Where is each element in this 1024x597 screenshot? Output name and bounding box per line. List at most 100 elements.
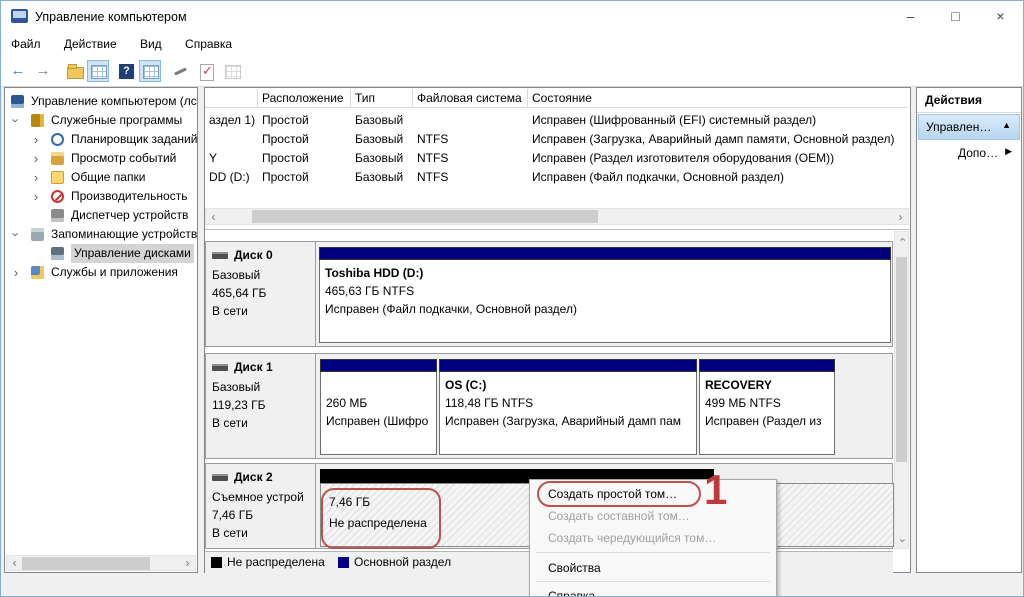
disk-1-label[interactable]: Диск 1 Базовый 119,23 ГБ В сети [206,354,316,458]
chevron-right-icon[interactable]: › [31,130,41,149]
close-button[interactable]: × [978,1,1023,33]
tree-item-computer-management[interactable]: Управление компьютером (лс [5,92,197,111]
tree-item-system-tools[interactable]: › Служебные программы [5,111,197,130]
back-button[interactable]: ← [7,60,29,82]
tree-item-storage[interactable]: › Запоминающие устройств [5,225,197,244]
chevron-right-icon[interactable]: › [11,263,21,282]
volume-list: аздел 1) Простой Базовый Исправен (Шифро… [205,111,909,191]
chevron-down-icon[interactable]: › [11,111,21,130]
disabled-panel-icon [225,65,241,79]
tree-item-label: Запоминающие устройств [51,225,197,244]
table-row[interactable]: DD (D:) Простой Базовый NTFS Исправен (Ф… [205,168,909,187]
column-volume[interactable] [205,89,258,108]
cell-type: Базовый [351,168,413,187]
list-horizontal-scrollbar[interactable]: › › [205,208,909,225]
disk-view-vertical-scrollbar[interactable]: › › [894,231,909,549]
table-row[interactable]: Y Простой Базовый NTFS Исправен (Раздел … [205,149,909,168]
help-button[interactable]: ? [115,60,137,82]
menu-item-properties[interactable]: Свойства [532,558,774,578]
table-row[interactable]: Простой Базовый NTFS Исправен (Загрузка,… [205,130,909,149]
tree-item-event-viewer[interactable]: › Просмотр событий [5,149,197,168]
menu-help[interactable]: Справка [175,33,242,57]
forward-button[interactable]: → [32,60,54,82]
menu-item-create-spanned-volume[interactable]: Создать составной том… [532,506,774,526]
volume-recovery[interactable]: RECOVERY 499 МБ NTFS Исправен (Раздел из [699,359,835,455]
cell-status: Исправен (Шифрованный (EFI) системный ра… [528,111,908,130]
scrollbar-thumb[interactable] [252,210,598,223]
disk-management-icon [51,247,64,260]
disk-name: Диск 0 [234,248,273,262]
tree-item-performance[interactable]: › Производительность [5,187,197,206]
actions-group-item[interactable]: Управлен… ▲ [918,114,1020,140]
back-icon: ← [11,62,26,79]
scroll-down-icon[interactable]: › [895,533,910,548]
chevron-right-icon[interactable]: › [31,149,41,168]
scrollbar-thumb[interactable] [896,257,907,462]
disk-0-label[interactable]: Диск 0 Базовый 465,64 ГБ В сети [206,242,316,346]
properties-button[interactable] [87,60,109,82]
cell-layout: Простой [258,149,351,168]
tree-item-label: Службы и приложения [51,263,178,282]
volume-size: 465,63 ГБ NTFS [325,284,414,298]
chevron-right-icon[interactable]: › [31,187,41,206]
expand-icon[interactable]: ▶ [1005,146,1012,157]
chevron-down-icon[interactable]: › [11,225,21,244]
actions-group-label: Управлен… [926,120,991,134]
disk-status: В сети [212,416,248,430]
tree-item-label: Просмотр событий [71,149,176,168]
disk-2-label[interactable]: Диск 2 Съемное устрой 7,46 ГБ В сети [206,464,316,548]
menu-file[interactable]: Файл [1,33,51,57]
volume-efi[interactable]: 260 МБ Исправен (Шифро [320,359,437,455]
column-layout[interactable]: Расположение [258,89,351,108]
refresh-tool-button[interactable] [169,60,191,82]
table-row[interactable]: аздел 1) Простой Базовый Исправен (Шифро… [205,111,909,130]
shared-folder-icon [51,171,64,184]
column-filesystem[interactable]: Файловая система [413,89,528,108]
menu-action[interactable]: Действие [54,33,127,57]
tree-item-services-apps[interactable]: › Службы и приложения [5,263,197,282]
volume-toshiba-hdd[interactable]: Toshiba HDD (D:) 465,63 ГБ NTFS Исправен… [319,247,891,343]
storage-icon [31,228,44,241]
scroll-left-icon[interactable]: › [206,210,221,225]
tree-item-task-scheduler[interactable]: › Планировщик заданий [5,130,197,149]
disk-name: Диск 2 [234,470,273,484]
scroll-right-icon[interactable]: › [893,210,908,225]
chevron-right-icon[interactable]: › [31,168,41,187]
collapse-icon[interactable]: ▲ [1002,120,1011,130]
tree-item-shared-folders[interactable]: › Общие папки [5,168,197,187]
menu-item-help[interactable]: Справка [532,586,774,597]
removable-disk-icon [212,474,228,481]
tree-item-device-manager[interactable]: Диспетчер устройств [5,206,197,225]
partition-color-bar [439,359,697,372]
menu-view[interactable]: Вид [130,33,172,57]
actions-more-label: Допо… [958,146,998,160]
action-check-button[interactable]: ✓ [195,60,217,82]
column-status[interactable]: Состояние [528,89,908,108]
volume-body: Toshiba HDD (D:) 465,63 ГБ NTFS Исправен… [319,260,891,343]
export-list-button[interactable] [63,60,85,82]
volume-os-c[interactable]: OS (C:) 118,48 ГБ NTFS Исправен (Загрузк… [439,359,697,455]
help-icon: ? [119,64,134,79]
volume-body: 260 МБ Исправен (Шифро [320,372,437,455]
menu-item-create-striped-volume[interactable]: Создать чередующийся том… [532,528,774,548]
scrollbar-thumb[interactable] [22,557,150,570]
tree-item-disk-management[interactable]: Управление дисками [5,244,197,263]
menu-item-create-simple-volume[interactable]: Создать простой том… [532,484,774,504]
volume-state: Исправен (Файл подкачки, Основной раздел… [325,302,577,316]
cell-filesystem: NTFS [413,168,528,187]
minimize-button[interactable]: – [888,1,933,33]
actions-more-item[interactable]: Допо… ▶ [918,142,1020,166]
actions-title: Действия [925,93,982,107]
legend-unallocated-swatch [211,557,222,568]
console-tree-button[interactable] [139,60,161,82]
tree-horizontal-scrollbar[interactable]: › › [6,555,196,571]
tree-item-label: Диспетчер устройств [71,206,188,225]
column-type[interactable]: Тип [351,89,413,108]
disk-0-row: Диск 0 Базовый 465,64 ГБ В сети Toshiba … [205,241,893,347]
maximize-button[interactable]: □ [933,1,978,33]
scroll-right-icon[interactable]: › [180,556,195,571]
unallocated-state: Не распределена [329,516,427,530]
disk-type: Базовый [212,268,260,282]
scroll-up-icon[interactable]: › [895,232,910,247]
scroll-left-icon[interactable]: › [7,556,22,571]
